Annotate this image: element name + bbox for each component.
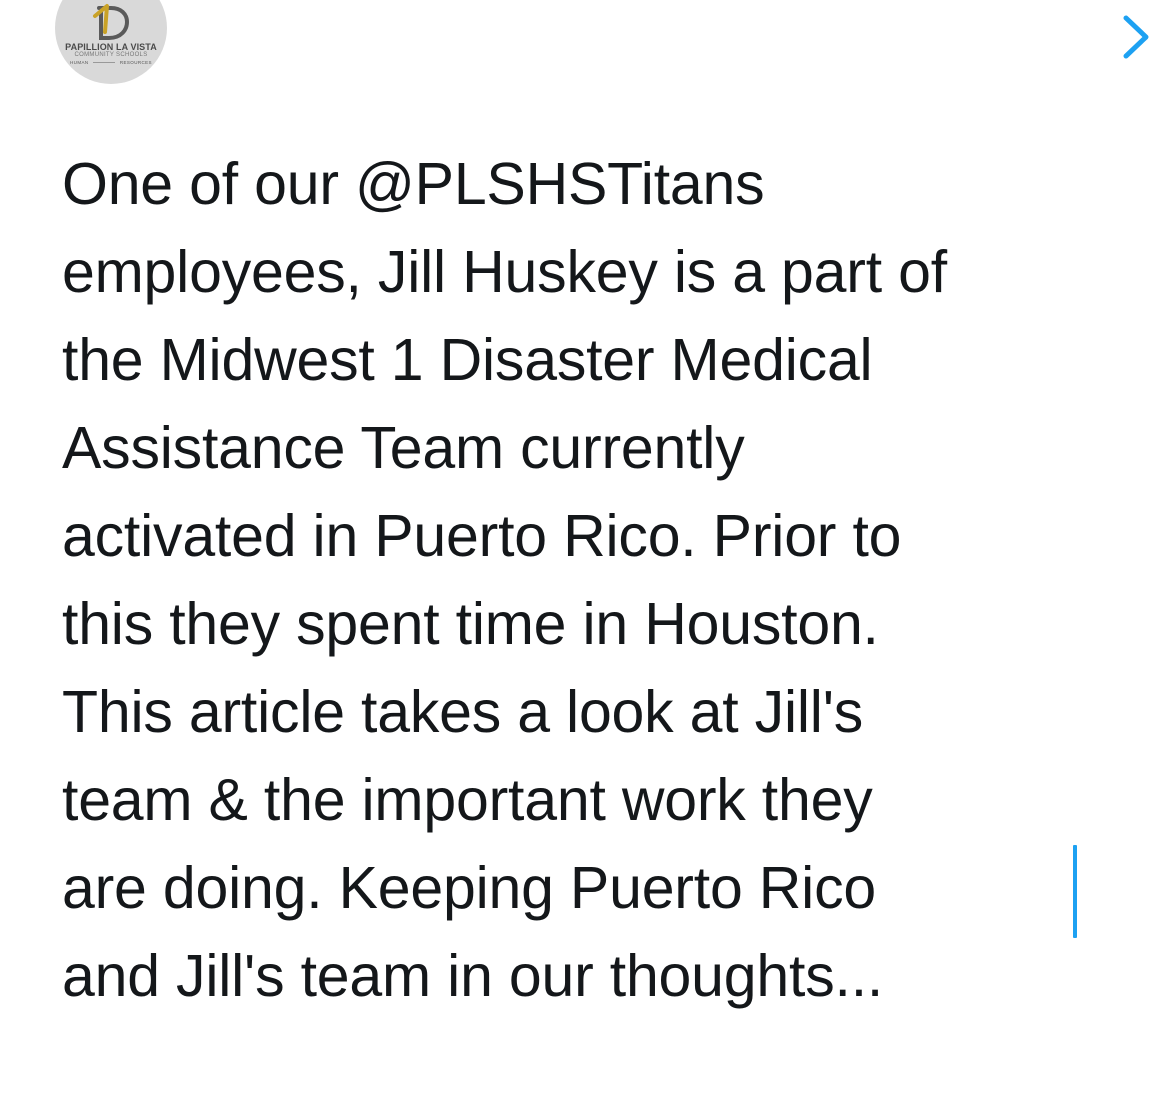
tweet-text[interactable]: One of our @PLSHSTitans employees, Jill …: [62, 140, 1149, 1020]
text-caret: [1073, 845, 1077, 938]
logo-department-left: HUMAN: [70, 60, 89, 65]
logo-department: HUMAN RESOURCES: [55, 60, 167, 65]
avatar[interactable]: PAPILLION LA VISTA COMMUNITY SCHOOLS HUM…: [55, 0, 167, 84]
school-logo: PAPILLION LA VISTA COMMUNITY SCHOOLS HUM…: [55, 0, 167, 84]
logo-divider: [93, 62, 116, 64]
logo-department-right: RESOURCES: [119, 60, 152, 65]
tweet-line: team & the important work they: [62, 767, 873, 833]
tweet-line: and Jill's team in our thoughts...: [62, 943, 884, 1009]
tweet-line: One of our @PLSHSTitans: [62, 151, 765, 217]
tweet-line: the Midwest 1 Disaster Medical: [62, 327, 873, 393]
logo-subtitle: COMMUNITY SCHOOLS: [74, 52, 148, 58]
chevron-right-icon: [1123, 15, 1149, 59]
tweet-line: This article takes a look at Jill's: [62, 679, 864, 745]
next-button[interactable]: [1120, 12, 1149, 62]
logo-title: PAPILLION LA VISTA: [65, 42, 157, 52]
tweet-line: this they spent time in Houston.: [62, 591, 879, 657]
tweet-line: Assistance Team currently: [62, 415, 745, 481]
tweet-line: employees, Jill Huskey is a part of: [62, 239, 947, 305]
tweet-line: activated in Puerto Rico. Prior to: [62, 503, 902, 569]
tweet-line: are doing. Keeping Puerto Rico: [62, 855, 876, 921]
